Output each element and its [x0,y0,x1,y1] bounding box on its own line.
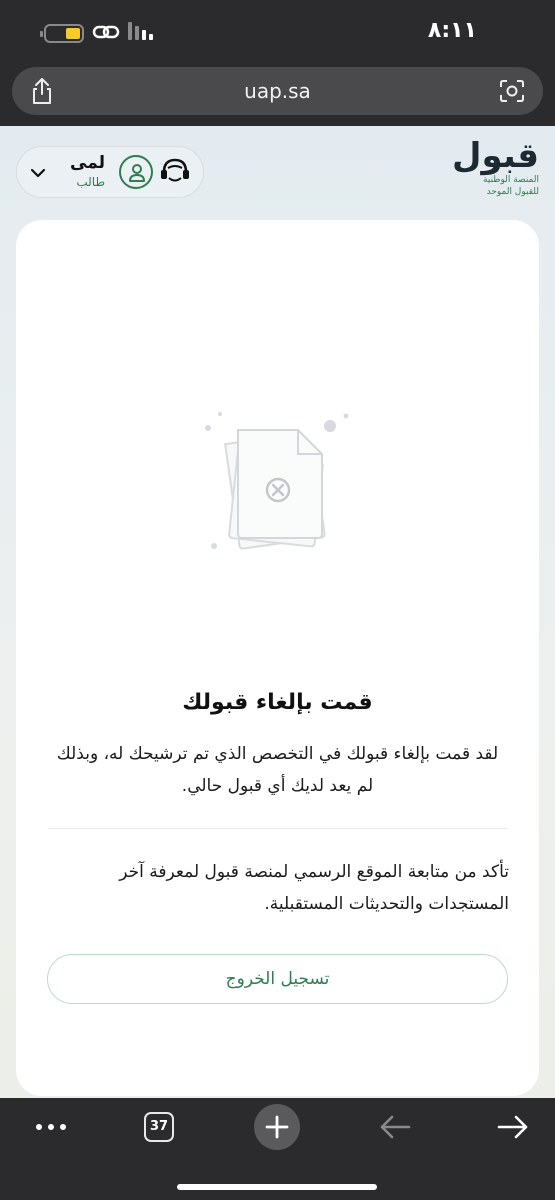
status-bar: ٨:١١ [0,0,555,64]
back-arrow-icon[interactable] [378,1114,412,1140]
forward-arrow-icon[interactable] [496,1114,530,1140]
headset-support-icon[interactable] [158,156,192,186]
user-role: طالب [76,175,105,189]
logout-button[interactable]: تسجيل الخروج [47,954,508,1004]
more-options-icon[interactable] [34,1116,68,1138]
address-bar[interactable]: uap.sa [12,67,543,115]
chevron-down-icon [30,168,46,178]
lens-search-icon[interactable] [499,79,525,103]
card-message: لقد قمت بإلغاء قبولك في التخصص الذي تم ت… [56,744,499,796]
user-icon [129,164,145,182]
battery-icon [40,24,84,43]
logo-subtitle-line2: للقبول الموحد [486,187,539,197]
divider [48,828,507,829]
plus-icon [265,1115,289,1139]
status-card: قمت بإلغاء قبولك لقد قمت بإلغاء قبولك في… [16,220,539,1096]
cancelled-document-icon [205,412,349,550]
logo-main: قبول [452,136,539,176]
avatar [119,155,153,189]
new-tab-button[interactable] [254,1104,300,1150]
page-content: لمى طالب قبول المنصة الوطنية للقبول المو… [0,126,555,1098]
card-title: قمت بإلغاء قبولك [182,690,373,715]
user-name: لمى [70,153,105,173]
link-icon [92,25,120,39]
browser-toolbar: 37 [0,1098,555,1200]
cellular-signal-icon [128,22,153,40]
browser-url-area: uap.sa [0,64,555,126]
url-text: uap.sa [244,79,311,103]
home-indicator [177,1184,377,1190]
qubool-logo[interactable]: قبول المنصة الوطنية للقبول الموحد [452,136,539,208]
card-note: تأكد من متابعة الموقع الرسمي لمنصة قبول … [119,862,509,914]
tabs-count-button[interactable]: 37 [144,1112,174,1142]
site-header: لمى طالب قبول المنصة الوطنية للقبول المو… [0,126,555,218]
status-time: ٨:١١ [427,18,477,43]
